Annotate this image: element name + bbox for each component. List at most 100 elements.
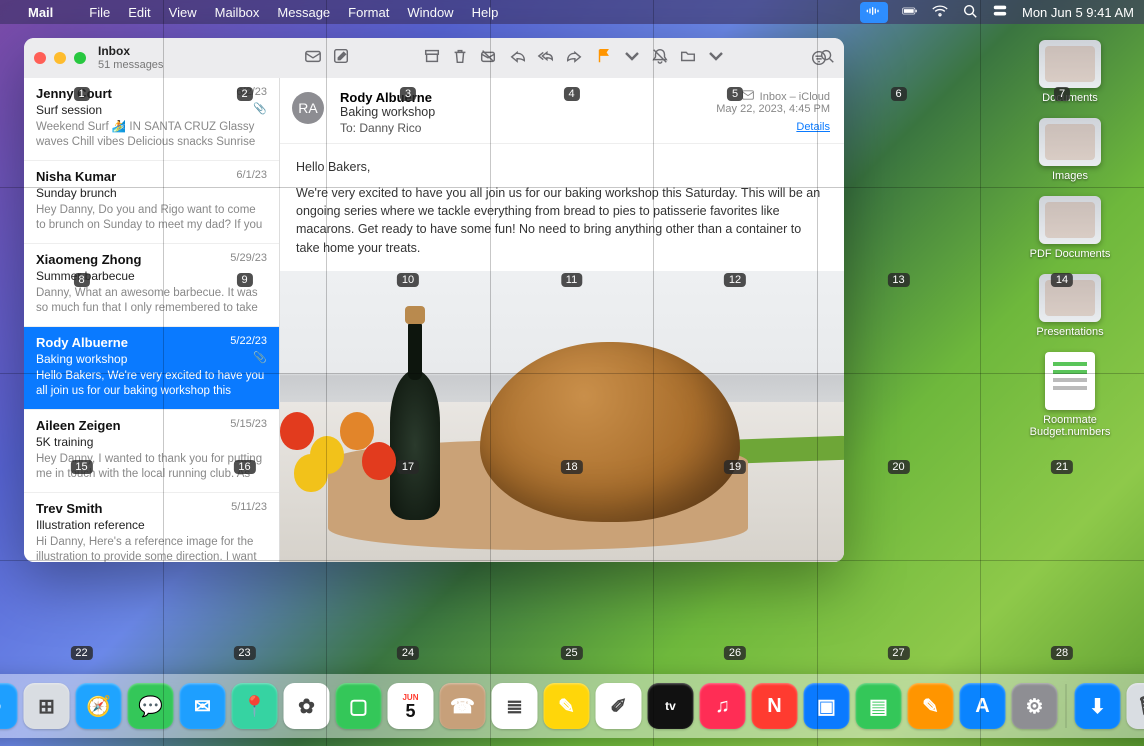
menu-help[interactable]: Help [472, 5, 499, 20]
grid-number-23[interactable]: 23 [233, 646, 255, 660]
dock-calendar[interactable]: JUN5 [388, 683, 434, 729]
message-row[interactable]: Jenny Court6/2/23📎Surf sessionWeekend Su… [24, 78, 279, 161]
folder-icon [1039, 118, 1101, 166]
grid-number-27[interactable]: 27 [887, 646, 909, 660]
dock-facetime[interactable]: ▢ [336, 683, 382, 729]
grid-number-20[interactable]: 20 [887, 460, 909, 474]
message-row[interactable]: Trev Smith5/11/23Illustration referenceH… [24, 493, 279, 562]
dock-notes[interactable]: ✎ [544, 683, 590, 729]
grid-number-25[interactable]: 25 [560, 646, 582, 660]
grid-number-26[interactable]: 26 [724, 646, 746, 660]
mute-button[interactable] [651, 47, 669, 68]
dock-appstore[interactable]: A [960, 683, 1006, 729]
delete-button[interactable] [451, 47, 469, 68]
spotlight-icon[interactable] [962, 3, 978, 22]
message-row[interactable]: Rody Albuerne5/22/23📎Baking workshopHell… [24, 327, 279, 410]
desktop-item[interactable]: Presentations [1015, 274, 1125, 338]
dock-maps[interactable]: 📍 [232, 683, 278, 729]
zoom-window-button[interactable] [74, 52, 86, 64]
dock-keynote[interactable]: ▣ [804, 683, 850, 729]
reading-date: May 22, 2023, 4:45 PM [716, 103, 830, 115]
menu-window[interactable]: Window [407, 5, 453, 20]
menu-app-name[interactable]: Mail [28, 5, 53, 20]
voice-control-indicator[interactable] [860, 2, 888, 23]
move-button[interactable] [679, 47, 697, 68]
dock-safari[interactable]: 🧭 [76, 683, 122, 729]
dock-music[interactable]: ♫ [700, 683, 746, 729]
desktop-item-label: Documents [1015, 92, 1125, 104]
sender-avatar[interactable]: RA [292, 92, 324, 124]
desktop-item[interactable]: PDF Documents [1015, 196, 1125, 260]
message-list[interactable]: Jenny Court6/2/23📎Surf sessionWeekend Su… [24, 78, 280, 562]
archive-button[interactable] [423, 47, 441, 68]
dock-contacts[interactable]: ☎ [440, 683, 486, 729]
message-date: 5/15/23 [230, 418, 267, 430]
dock-numbers[interactable]: ▤ [856, 683, 902, 729]
message-preview: Weekend Surf 🏄 IN SANTA CRUZ Glassy wave… [36, 120, 267, 150]
reply-button[interactable] [509, 47, 527, 68]
message-preview: Hello Bakers, We're very excited to have… [36, 369, 267, 399]
menu-format[interactable]: Format [348, 5, 389, 20]
dock-downloads[interactable]: ⬇ [1075, 683, 1121, 729]
desktop-item[interactable]: Documents [1015, 40, 1125, 104]
junk-button[interactable] [479, 47, 497, 68]
message-preview: Hey Danny, Do you and Rigo want to come … [36, 203, 267, 233]
move-menu-chevron-icon[interactable] [707, 47, 725, 68]
message-date: 6/2/23 [236, 86, 267, 98]
menu-mailbox[interactable]: Mailbox [215, 5, 260, 20]
minimize-window-button[interactable] [54, 52, 66, 64]
desktop-item-label: PDF Documents [1015, 248, 1125, 260]
message-preview: Hey Danny, I wanted to thank you for put… [36, 452, 267, 482]
desktop-item-label: Images [1015, 170, 1125, 182]
forward-button[interactable] [565, 47, 583, 68]
reply-all-button[interactable] [537, 47, 555, 68]
dock-trash[interactable]: 🗑 [1127, 683, 1144, 729]
control-center-icon[interactable] [992, 3, 1008, 22]
dock-pages[interactable]: ✎ [908, 683, 954, 729]
menu-view[interactable]: View [169, 5, 197, 20]
grid-number-24[interactable]: 24 [397, 646, 419, 660]
search-button[interactable] [818, 47, 836, 68]
wifi-icon[interactable] [932, 3, 948, 22]
flag-menu-chevron-icon[interactable] [623, 47, 641, 68]
grid-number-21[interactable]: 21 [1051, 460, 1073, 474]
dock-settings[interactable]: ⚙ [1012, 683, 1058, 729]
dock-messages[interactable]: 💬 [128, 683, 174, 729]
grid-number-13[interactable]: 13 [887, 273, 909, 287]
flag-button[interactable] [595, 47, 613, 68]
grid-number-22[interactable]: 22 [70, 646, 92, 660]
close-window-button[interactable] [34, 52, 46, 64]
grid-number-6[interactable]: 6 [890, 87, 906, 101]
dock-mail[interactable]: ✉ [180, 683, 226, 729]
desktop-item[interactable]: Images [1015, 118, 1125, 182]
desktop-icons: Documents Images PDF Documents Presentation… [1010, 40, 1130, 438]
desktop-item[interactable]: Roommate Budget.numbers [1015, 352, 1125, 438]
message-subject: Sunday brunch [36, 186, 267, 200]
message-subject: 5K training [36, 435, 267, 449]
document-icon [1045, 352, 1095, 410]
get-mail-button[interactable] [304, 47, 322, 68]
reading-attachment-image[interactable] [280, 271, 844, 562]
dock-finder[interactable]: ☻ [0, 683, 18, 729]
message-row[interactable]: Aileen Zeigen5/15/235K trainingHey Danny… [24, 410, 279, 493]
dock-photos[interactable]: ✿ [284, 683, 330, 729]
details-link[interactable]: Details [716, 121, 830, 133]
dock: ☻⊞🧭💬✉📍✿▢JUN5☎≣✎✐tv♫N▣▤✎A⚙⬇🗑 [0, 674, 1144, 738]
dock-launchpad[interactable]: ⊞ [24, 683, 70, 729]
attachment-icon: 📎 [253, 102, 267, 115]
menu-edit[interactable]: Edit [128, 5, 150, 20]
message-row[interactable]: Xiaomeng Zhong5/29/23Summer barbecueDann… [24, 244, 279, 327]
dock-freeform[interactable]: ✐ [596, 683, 642, 729]
grid-number-28[interactable]: 28 [1051, 646, 1073, 660]
menu-message[interactable]: Message [277, 5, 330, 20]
message-subject: Baking workshop [36, 352, 267, 366]
menubar-clock[interactable]: Mon Jun 5 9:41 AM [1022, 5, 1134, 20]
menu-file[interactable]: File [89, 5, 110, 20]
dock-news[interactable]: N [752, 683, 798, 729]
reading-to: Danny Rico [359, 121, 421, 135]
dock-reminders[interactable]: ≣ [492, 683, 538, 729]
compose-button[interactable] [332, 47, 350, 68]
dock-tv[interactable]: tv [648, 683, 694, 729]
message-row[interactable]: Nisha Kumar6/1/23Sunday brunchHey Danny,… [24, 161, 279, 244]
battery-icon[interactable] [902, 3, 918, 22]
